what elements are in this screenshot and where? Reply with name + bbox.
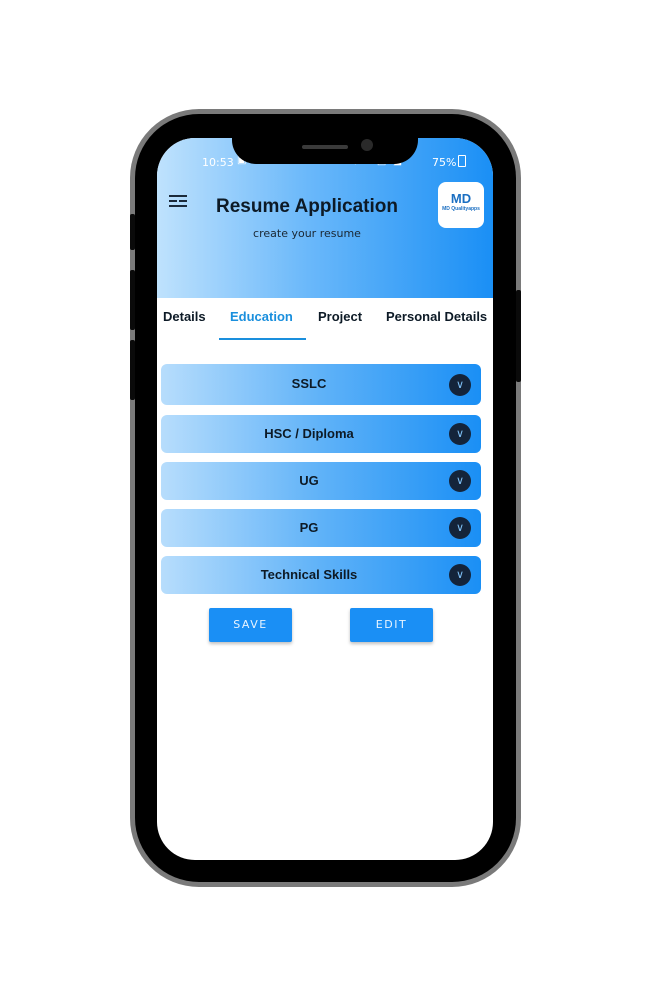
accordion-label: Technical Skills <box>260 567 358 582</box>
chevron-down-icon[interactable]: ∨ <box>449 423 471 445</box>
chevron-down-icon[interactable]: ∨ <box>449 374 471 396</box>
accordion-sslc[interactable]: SSLC ∨ <box>161 364 481 405</box>
accordion-hsc-diploma[interactable]: HSC / Diploma ∨ <box>161 415 481 453</box>
speaker <box>302 145 348 149</box>
accordion-label: UG <box>299 473 319 488</box>
edit-button[interactable]: EDIT <box>350 608 433 642</box>
tab-details[interactable]: Details <box>163 309 206 324</box>
tab-bar: Details Education Project Personal Detai… <box>157 298 493 342</box>
tab-project[interactable]: Project <box>318 309 362 324</box>
front-camera <box>361 139 373 151</box>
chevron-down-icon[interactable]: ∨ <box>449 470 471 492</box>
accordion-ug[interactable]: UG ∨ <box>161 462 481 500</box>
logo-mark: MD <box>450 191 472 206</box>
phone-frame: 10:53 ▣ ⬧ ▾ ▤ ◢ 75% Resume Application c… <box>130 114 521 882</box>
save-button[interactable]: SAVE <box>209 608 292 642</box>
tab-education[interactable]: Education <box>230 309 293 324</box>
chevron-down-icon[interactable]: ∨ <box>449 564 471 586</box>
logo-text: MD Qualityapps <box>442 206 480 212</box>
app-title: Resume Application <box>216 196 398 217</box>
phone-volume-down <box>130 340 135 400</box>
phone-volume-up <box>130 270 135 330</box>
app-logo: MD MD Qualityapps <box>438 182 484 228</box>
accordion-label: PG <box>299 520 319 535</box>
status-time: 10:53 <box>202 156 234 169</box>
battery-level: 75% <box>432 156 457 169</box>
chevron-down-icon[interactable]: ∨ <box>449 517 471 539</box>
accordion-technical-skills[interactable]: Technical Skills ∨ <box>161 556 481 594</box>
phone-power-button <box>516 290 521 382</box>
notch <box>232 138 418 164</box>
accordion-pg[interactable]: PG ∨ <box>161 509 481 547</box>
app-subtitle: create your resume <box>253 227 361 240</box>
accordion-label: SSLC <box>291 376 327 391</box>
active-tab-indicator <box>219 338 306 340</box>
phone-screen: 10:53 ▣ ⬧ ▾ ▤ ◢ 75% Resume Application c… <box>157 138 493 860</box>
tab-personal-details[interactable]: Personal Details <box>386 309 487 324</box>
battery-icon <box>458 155 466 167</box>
accordion-label: HSC / Diploma <box>264 426 354 441</box>
phone-mute-switch <box>130 214 135 250</box>
